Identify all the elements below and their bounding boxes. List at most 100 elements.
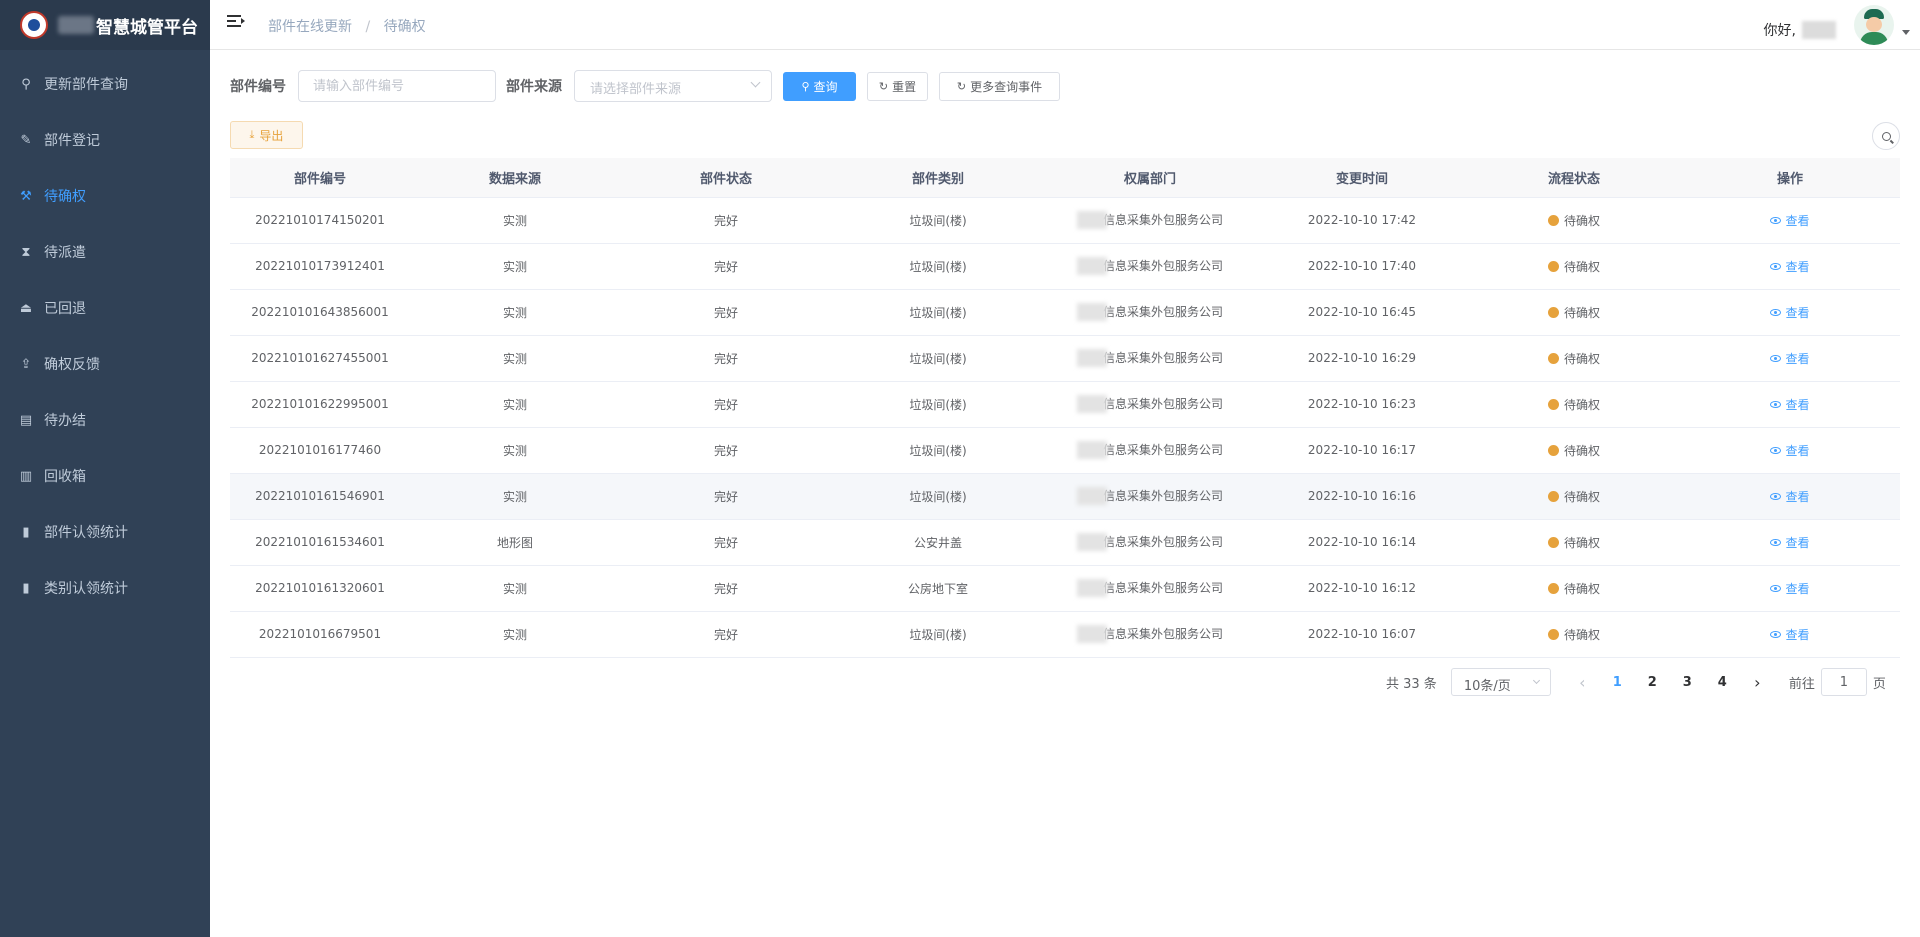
sidebar-item-2[interactable]: ⚒ 待确权: [0, 168, 210, 224]
cell-source: 实测: [410, 611, 620, 658]
cell-source: 实测: [410, 427, 620, 474]
page-size-select[interactable]: 10条/页: [1450, 668, 1551, 696]
parts-table: 部件编号 数据来源 部件状态 部件类别 权属部门 变更时间 流程状态 操作 202210101…: [230, 158, 1900, 658]
caret-down-icon[interactable]: [1902, 30, 1910, 35]
cell-source: 实测: [410, 243, 620, 290]
cell-dept: 信息采集外包服务公司: [1044, 335, 1256, 382]
sidebar-item-5[interactable]: ⇪ 确权反馈: [0, 336, 210, 392]
cell-category: 垃圾间(楼): [832, 611, 1044, 658]
eye-icon: [1770, 216, 1782, 224]
more-query-button-label: 更多查询事件: [970, 79, 1043, 94]
cell-action: 查看: [1680, 381, 1900, 428]
view-label: 查看: [1785, 627, 1810, 642]
sidebar-item-7[interactable]: ▥ 回收箱: [0, 448, 210, 504]
sidebar-item-label: 待确权: [44, 189, 86, 205]
view-button[interactable]: 查看: [1770, 213, 1810, 228]
redacted-dept-prefix: [1076, 533, 1107, 552]
column-header: 权属部门: [1044, 158, 1256, 198]
table-row: 2022101016679501 实测 完好 垃圾间(楼) 信息采集外包服务公司 2022…: [230, 611, 1900, 658]
cell-state: 完好: [620, 427, 832, 474]
cell-flow: 待确权: [1468, 611, 1680, 658]
view-button[interactable]: 查看: [1770, 444, 1810, 458]
page-button-3[interactable]: 3: [1670, 668, 1705, 696]
status-dot-icon: [1547, 628, 1559, 640]
status-dot-icon: [1547, 444, 1559, 456]
table-body: 20221010174150201 实测 完好 垃圾间(楼) 信息采集外包服务公司 202…: [230, 197, 1900, 658]
breadcrumb-item-parent[interactable]: 部件在线更新: [268, 19, 352, 35]
sidebar-item-label: 确权反馈: [44, 357, 100, 373]
cell-state: 完好: [620, 611, 832, 658]
next-page-button[interactable]: ›: [1740, 668, 1775, 696]
sidebar-item-1[interactable]: ✎ 部件登记: [0, 112, 210, 168]
dept-text: 信息采集外包服务公司: [1102, 258, 1223, 273]
query-button[interactable]: ⚲ 查询: [783, 71, 856, 101]
prev-page-button[interactable]: ‹: [1565, 668, 1600, 696]
chevron-down-icon: [750, 77, 761, 88]
toggle-search-button[interactable]: [1872, 122, 1900, 150]
view-button[interactable]: 查看: [1770, 581, 1810, 596]
view-label: 查看: [1785, 213, 1810, 228]
sidebar-item-label: 部件认领统计: [44, 525, 128, 541]
status-badge: 待确权: [1563, 305, 1600, 320]
view-label: 查看: [1785, 581, 1810, 596]
cell-action: 查看: [1680, 611, 1900, 658]
cell-action: 查看: [1680, 565, 1900, 612]
eye-icon: [1770, 630, 1782, 638]
cell-dept: 信息采集外包服务公司: [1044, 381, 1256, 428]
view-button[interactable]: 查看: [1770, 627, 1810, 642]
view-label: 查看: [1785, 259, 1810, 274]
sidebar-item-label: 部件登记: [44, 133, 100, 149]
cell-state: 完好: [620, 197, 832, 244]
sidebar-item-6[interactable]: ▤ 待办结: [0, 392, 210, 448]
sidebar-item-0[interactable]: ⚲ 更新部件查询: [0, 56, 210, 112]
hamburger-icon[interactable]: [227, 15, 245, 31]
cell-category: 垃圾间(楼): [832, 427, 1044, 474]
view-button[interactable]: 查看: [1770, 536, 1810, 550]
cell-category: 垃圾间(楼): [832, 473, 1044, 520]
sidebar-menu: ⚲ 更新部件查询 ✎ 部件登记 ⚒ 待确权 ⧗ 待派遣 ⏏ 已回退 ⇪ 确权反馈 ▤ 待办结 ▥ 回收箱 ▮ 部件…: [0, 50, 210, 616]
eye-icon: [1770, 584, 1782, 592]
reset-button[interactable]: ↻ 重置: [867, 71, 928, 101]
table-header: 部件编号 数据来源 部件状态 部件类别 权属部门 变更时间 流程状态 操作: [230, 158, 1900, 198]
view-button[interactable]: 查看: [1770, 306, 1810, 320]
view-button[interactable]: 查看: [1770, 259, 1810, 274]
view-button[interactable]: 查看: [1770, 398, 1810, 412]
cell-source: 实测: [410, 565, 620, 612]
user-greeting: 你好,: [1764, 20, 1836, 40]
view-button[interactable]: 查看: [1770, 352, 1810, 366]
page-button-2[interactable]: 2: [1635, 668, 1670, 696]
export-button[interactable]: ⤓ 导出: [230, 121, 303, 149]
page-button-4[interactable]: 4: [1705, 668, 1740, 696]
code-input[interactable]: [298, 70, 496, 102]
cell-code: 2022101016177460: [230, 427, 410, 474]
dept-text: 信息采集外包服务公司: [1102, 304, 1223, 319]
dept-text: 信息采集外包服务公司: [1102, 488, 1223, 503]
goto-page-input[interactable]: [1820, 668, 1867, 696]
avatar[interactable]: [1854, 5, 1894, 45]
more-query-button[interactable]: ↻ 更多查询事件: [939, 71, 1060, 101]
table-row: 20221010174150201 实测 完好 垃圾间(楼) 信息采集外包服务公司 202…: [230, 197, 1900, 244]
search-icon: ⚲: [21, 76, 31, 92]
cell-flow: 待确权: [1468, 381, 1680, 428]
cell-flow: 待确权: [1468, 473, 1680, 520]
cell-flow: 待确权: [1468, 427, 1680, 474]
cell-flow: 待确权: [1468, 565, 1680, 612]
upload-icon: ⇪: [20, 356, 32, 372]
sidebar-item-9[interactable]: ▮ 类别认领统计: [0, 560, 210, 616]
cell-category: 公安井盖: [832, 519, 1044, 566]
table-row: 20221010173912401 实测 完好 垃圾间(楼) 信息采集外包服务公司 202…: [230, 243, 1900, 290]
sidebar-item-8[interactable]: ▮ 部件认领统计: [0, 504, 210, 560]
redacted-dept-prefix: [1076, 211, 1107, 230]
cell-source: 实测: [410, 381, 620, 428]
source-select[interactable]: 请选择部件来源: [574, 70, 772, 102]
cell-code: 20221010161546901: [230, 473, 410, 520]
view-button[interactable]: 查看: [1770, 490, 1810, 504]
table-row: 202210101622995001 实测 完好 垃圾间(楼) 信息采集外包服务公司 20…: [230, 381, 1900, 428]
status-dot-icon: [1547, 260, 1559, 272]
trash-icon: ▥: [19, 468, 33, 484]
dept-text: 信息采集外包服务公司: [1102, 212, 1223, 227]
page-button-1[interactable]: 1: [1600, 668, 1635, 696]
sidebar-item-4[interactable]: ⏏ 已回退: [0, 280, 210, 336]
sidebar-item-3[interactable]: ⧗ 待派遣: [0, 224, 210, 280]
table-row: 20221010161320601 实测 完好 公房地下室 信息采集外包服务公司 2022…: [230, 565, 1900, 612]
